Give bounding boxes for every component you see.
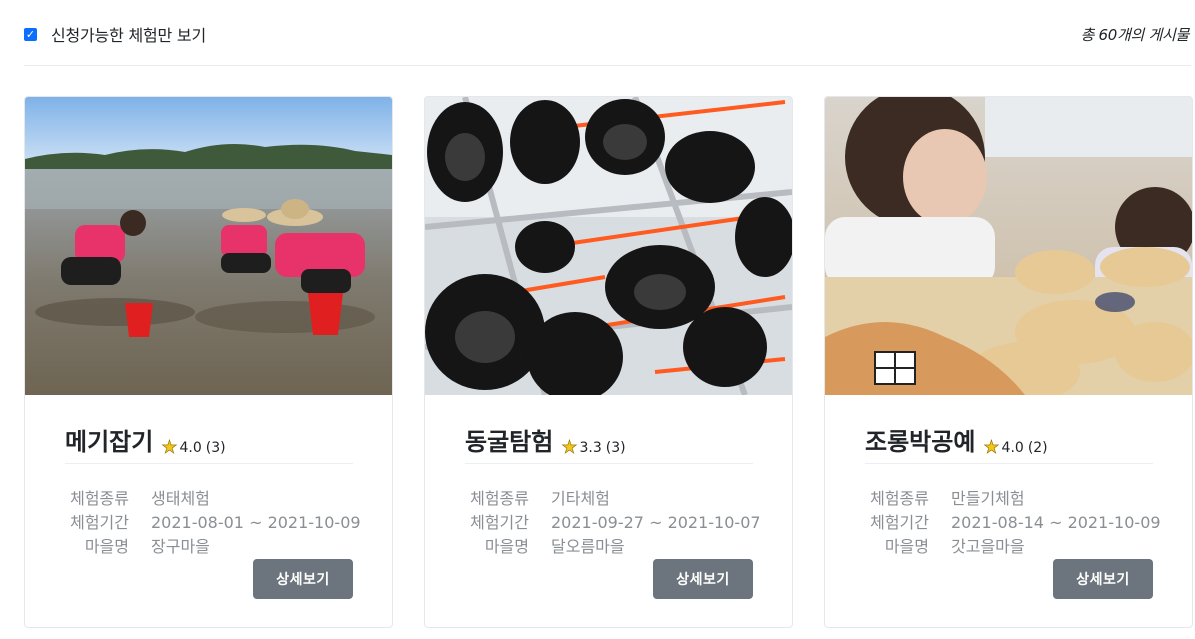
review-count: (2) (1027, 440, 1048, 456)
card-info: 체험종류 생태체험 체험기간 2021-08-01 ~ 2021-10-09 마… (65, 487, 361, 559)
rating-value: 4.0 (1001, 440, 1024, 456)
card-rating: ★ 4.0 (3) (161, 437, 226, 463)
info-period-row: 체험기간 2021-08-01 ~ 2021-10-09 (65, 511, 361, 535)
toolbar-divider (24, 65, 1191, 66)
info-type-row: 체험종류 만들기체험 (865, 487, 1161, 511)
review-count: (3) (605, 440, 626, 456)
available-only-label[interactable]: 신청가능한 체험만 보기 (51, 22, 206, 46)
experience-list-page: ✓ 신청가능한 체험만 보기 총 60개의 게시물 메기잡기 ★ 4.0 (3)… (0, 0, 1195, 639)
available-only-filter[interactable]: ✓ 신청가능한 체험만 보기 (24, 22, 206, 46)
card-rating: ★ 4.0 (2) (983, 437, 1048, 463)
info-period-label: 체험기간 (870, 513, 929, 532)
info-type-label: 체험종류 (70, 489, 129, 508)
star-icon: ★ (161, 437, 178, 458)
card-rating: ★ 3.3 (3) (561, 437, 626, 463)
info-type-value: 기타체험 (551, 489, 610, 508)
card-title-row: 조롱박공예 ★ 4.0 (2) (865, 425, 1153, 464)
card-title[interactable]: 동굴탐험 (465, 427, 553, 463)
rating-value: 3.3 (579, 440, 602, 456)
info-village-row: 마을명 갓고을마을 (865, 535, 1161, 559)
star-icon: ★ (983, 437, 1000, 458)
star-icon: ★ (561, 437, 578, 458)
info-type-row: 체험종류 생태체험 (65, 487, 361, 511)
card-info: 체험종류 기타체험 체험기간 2021-09-27 ~ 2021-10-07 마… (465, 487, 761, 559)
gourd-craft-photo[interactable] (825, 97, 1192, 395)
cave-helmets-photo[interactable] (425, 97, 792, 395)
info-village-label: 마을명 (484, 537, 529, 556)
mudflat-photo[interactable] (25, 97, 392, 395)
detail-button[interactable]: 상세보기 (253, 559, 353, 599)
info-period-label: 체험기간 (470, 513, 529, 532)
card-title[interactable]: 조롱박공예 (865, 427, 975, 463)
info-period-row: 체험기간 2021-08-14 ~ 2021-10-09 (865, 511, 1161, 535)
info-type-row: 체험종류 기타체험 (465, 487, 761, 511)
info-period-value: 2021-08-01 ~ 2021-10-09 (151, 513, 361, 532)
card-info: 체험종류 만들기체험 체험기간 2021-08-14 ~ 2021-10-09 … (865, 487, 1161, 559)
review-count: (3) (205, 440, 226, 456)
experience-card: 조롱박공예 ★ 4.0 (2) 체험종류 만들기체험 체험기간 2021-08-… (824, 96, 1193, 628)
info-village-value: 장구마을 (151, 537, 210, 556)
info-type-value: 만들기체험 (951, 489, 1025, 508)
info-village-row: 마을명 장구마을 (65, 535, 361, 559)
info-village-value: 갓고을마을 (951, 537, 1025, 556)
experience-card: 메기잡기 ★ 4.0 (3) 체험종류 생태체험 체험기간 2021-08-01… (24, 96, 393, 628)
info-period-value: 2021-09-27 ~ 2021-10-07 (551, 513, 761, 532)
info-period-value: 2021-08-14 ~ 2021-10-09 (951, 513, 1161, 532)
info-type-label: 체험종류 (870, 489, 929, 508)
info-type-label: 체험종류 (470, 489, 529, 508)
info-period-label: 체험기간 (70, 513, 129, 532)
info-village-row: 마을명 달오름마을 (465, 535, 761, 559)
info-village-label: 마을명 (84, 537, 129, 556)
info-period-row: 체험기간 2021-09-27 ~ 2021-10-07 (465, 511, 761, 535)
info-village-value: 달오름마을 (551, 537, 625, 556)
detail-button[interactable]: 상세보기 (1053, 559, 1153, 599)
info-type-value: 생태체험 (151, 489, 210, 508)
available-only-checkbox[interactable]: ✓ (24, 28, 37, 41)
card-title-row: 메기잡기 ★ 4.0 (3) (65, 425, 353, 464)
info-village-label: 마을명 (884, 537, 929, 556)
card-title-row: 동굴탐험 ★ 3.3 (3) (465, 425, 753, 464)
experience-card: 동굴탐험 ★ 3.3 (3) 체험종류 기타체험 체험기간 2021-09-27… (424, 96, 793, 628)
rating-value: 4.0 (179, 440, 202, 456)
card-title[interactable]: 메기잡기 (65, 427, 153, 463)
total-post-count: 총 60개의 게시물 (1080, 26, 1190, 44)
list-toolbar: ✓ 신청가능한 체험만 보기 총 60개의 게시물 (24, 22, 1189, 48)
detail-button[interactable]: 상세보기 (653, 559, 753, 599)
